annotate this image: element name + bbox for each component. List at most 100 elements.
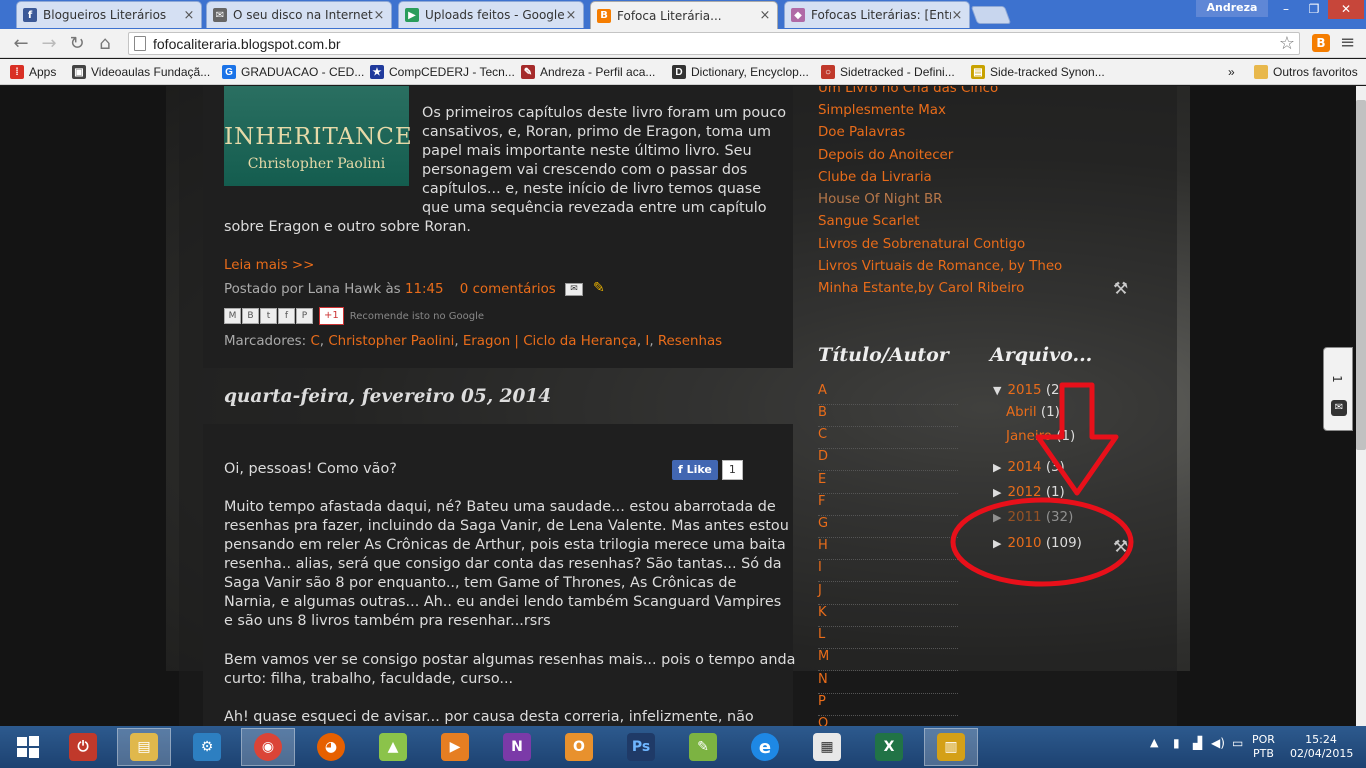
close-window-button[interactable]: ✕ [1328, 0, 1364, 19]
notification-icon[interactable]: ▭ [1232, 736, 1243, 750]
blog-link[interactable]: Doe Palavras [818, 125, 905, 140]
wrench-edit-icon[interactable]: ⚒ [1113, 279, 1128, 299]
label-link-c[interactable]: C [310, 334, 319, 349]
bookmark-side-tracked[interactable]: ▤ Side-tracked Synon... [971, 63, 1105, 81]
letter-link[interactable]: F [818, 494, 958, 516]
close-icon[interactable]: × [183, 8, 195, 23]
chrome-icon[interactable]: ◉ [241, 728, 295, 766]
blog-link[interactable]: Clube da Livraria [818, 170, 932, 185]
tab-fofocas-entrevista[interactable]: ◆ Fofocas Literárias: [Entrevi × [784, 1, 970, 28]
letter-link[interactable]: J [818, 583, 958, 605]
google-plus-one-button[interactable]: +1 [319, 307, 344, 325]
reload-button[interactable]: ↻ [66, 33, 88, 55]
blogger-extension-icon[interactable]: B [1312, 34, 1330, 52]
star-bookmark-icon[interactable]: ☆ [1279, 33, 1295, 54]
tab-fofoca[interactable]: B Fofoca Literária... × [590, 1, 778, 29]
tab-disco[interactable]: ✉ O seu disco na Internet - E × [206, 1, 392, 28]
close-icon[interactable]: × [759, 8, 771, 23]
facebook-share-icon[interactable]: f [278, 308, 295, 324]
email-post-icon[interactable]: ✉ [565, 283, 583, 296]
letter-link[interactable]: L [818, 627, 958, 649]
new-tab-button[interactable] [970, 6, 1012, 24]
tray-expand-icon[interactable]: ▲ [1150, 736, 1158, 749]
maximize-button[interactable]: ❐ [1301, 0, 1327, 19]
edit-pencil-icon[interactable]: ✎ [593, 280, 605, 296]
letter-link[interactable]: C [818, 427, 958, 449]
letter-link[interactable]: D [818, 449, 958, 471]
label-link-resenhas[interactable]: Resenhas [658, 334, 722, 349]
minimize-button[interactable]: – [1272, 0, 1300, 19]
label-link-paolini[interactable]: Christopher Paolini [328, 334, 454, 349]
tab-blogueiros[interactable]: f Blogueiros Literários × [16, 1, 202, 28]
letter-link[interactable]: G [818, 516, 958, 538]
close-icon[interactable]: × [565, 8, 577, 23]
close-icon[interactable]: × [951, 8, 963, 23]
blog-link[interactable]: Minha Estante,by Carol Ribeiro [818, 281, 1024, 296]
back-button[interactable]: ← [10, 33, 32, 55]
onenote-icon[interactable]: N [490, 728, 544, 766]
twitter-share-icon[interactable]: t [260, 308, 277, 324]
chat-icon[interactable]: ✉ [1331, 400, 1347, 416]
forward-button[interactable]: → [38, 33, 60, 55]
photoshop-icon[interactable]: Ps [614, 728, 668, 766]
bookmarks-overflow-button[interactable]: » [1228, 63, 1235, 81]
blog-link[interactable]: Sangue Scarlet [818, 214, 919, 229]
post-time-link[interactable]: 11:45 [405, 282, 444, 297]
letter-link[interactable]: K [818, 605, 958, 627]
close-icon[interactable]: × [373, 8, 385, 23]
blogger-share-icon[interactable]: B [242, 308, 259, 324]
outlook-icon[interactable]: O [552, 728, 606, 766]
bookmark-graduacao[interactable]: G GRADUACAO - CED... [222, 63, 364, 81]
firefox-icon[interactable]: ◕ [304, 728, 358, 766]
signal-icon[interactable]: ▟ [1193, 736, 1202, 750]
coreldraw-icon[interactable]: ✎ [676, 728, 730, 766]
bookmark-videoaulas[interactable]: ▣ Videoaulas Fundaçã... [72, 63, 210, 81]
scrollbar-thumb[interactable] [1356, 100, 1366, 450]
letter-link[interactable]: A [818, 383, 958, 405]
excel-icon[interactable]: X [862, 728, 916, 766]
feedback-widget[interactable]: 1 ✉ [1323, 347, 1353, 431]
blog-link[interactable]: Um Livro no Chá das Cinco [818, 86, 998, 96]
clock[interactable]: 15:24 02/04/2015 [1290, 733, 1353, 761]
blog-link[interactable]: House Of Night BR [818, 192, 942, 207]
blog-link[interactable]: Simplesmente Max [818, 103, 946, 118]
comments-link[interactable]: 0 comentários [460, 282, 556, 297]
email-share-icon[interactable]: M [224, 308, 241, 324]
internet-explorer-icon[interactable]: e [738, 728, 792, 766]
letter-link[interactable]: Q [818, 716, 958, 726]
network-icon[interactable]: ▦ [800, 728, 854, 766]
language-indicator[interactable]: POR PTB [1252, 733, 1275, 761]
letter-link[interactable]: I [818, 560, 958, 582]
letter-link[interactable]: H [818, 538, 958, 560]
blog-link[interactable]: Livros Virtuais de Romance, by Theo [818, 259, 1062, 274]
user-profile-button[interactable]: Andreza [1196, 0, 1268, 17]
letter-link[interactable]: N [818, 672, 958, 694]
blog-link[interactable]: Depois do Anoitecer [818, 148, 953, 163]
address-bar[interactable]: fofocaliteraria.blogspot.com.br ☆ [128, 32, 1300, 55]
letter-link[interactable]: B [818, 405, 958, 427]
home-icon[interactable]: ⌂ [94, 33, 116, 55]
label-link-eragon[interactable]: Eragon | Ciclo da Herança [463, 334, 637, 349]
bookmark-dictionary[interactable]: D Dictionary, Encyclop... [672, 63, 809, 81]
bookmark-andreza-perfil[interactable]: ✎ Andreza - Perfil aca... [521, 63, 655, 81]
facebook-like-button[interactable]: f Like [672, 460, 718, 480]
other-bookmarks[interactable]: Outros favoritos [1254, 63, 1358, 81]
letter-link[interactable]: E [818, 472, 958, 494]
file-explorer-icon[interactable]: ▤ [117, 728, 171, 766]
tab-uploads[interactable]: ▶ Uploads feitos - Google P × [398, 1, 584, 28]
power-icon[interactable]: ⏻ [56, 728, 110, 766]
blog-link[interactable]: Livros de Sobrenatural Contigo [818, 237, 1025, 252]
pinterest-share-icon[interactable]: P [296, 308, 313, 324]
read-more-link[interactable]: Leia mais >> [224, 256, 314, 275]
video-icon[interactable]: ▶ [428, 728, 482, 766]
letter-link[interactable]: M [818, 649, 958, 671]
library-icon[interactable]: ▥ [924, 728, 978, 766]
menu-icon[interactable]: ≡ [1340, 32, 1355, 53]
photos-icon[interactable]: ▲ [366, 728, 420, 766]
bookmark-compcederj[interactable]: ★ CompCEDERJ - Tecn... [370, 63, 515, 81]
windows-start-icon[interactable] [4, 728, 52, 766]
volume-icon[interactable]: ◀) [1211, 736, 1225, 750]
letter-link[interactable]: P [818, 694, 958, 716]
url-text[interactable]: fofocaliteraria.blogspot.com.br [153, 36, 341, 52]
bookmark-apps[interactable]: ⁞ Apps [10, 63, 56, 81]
